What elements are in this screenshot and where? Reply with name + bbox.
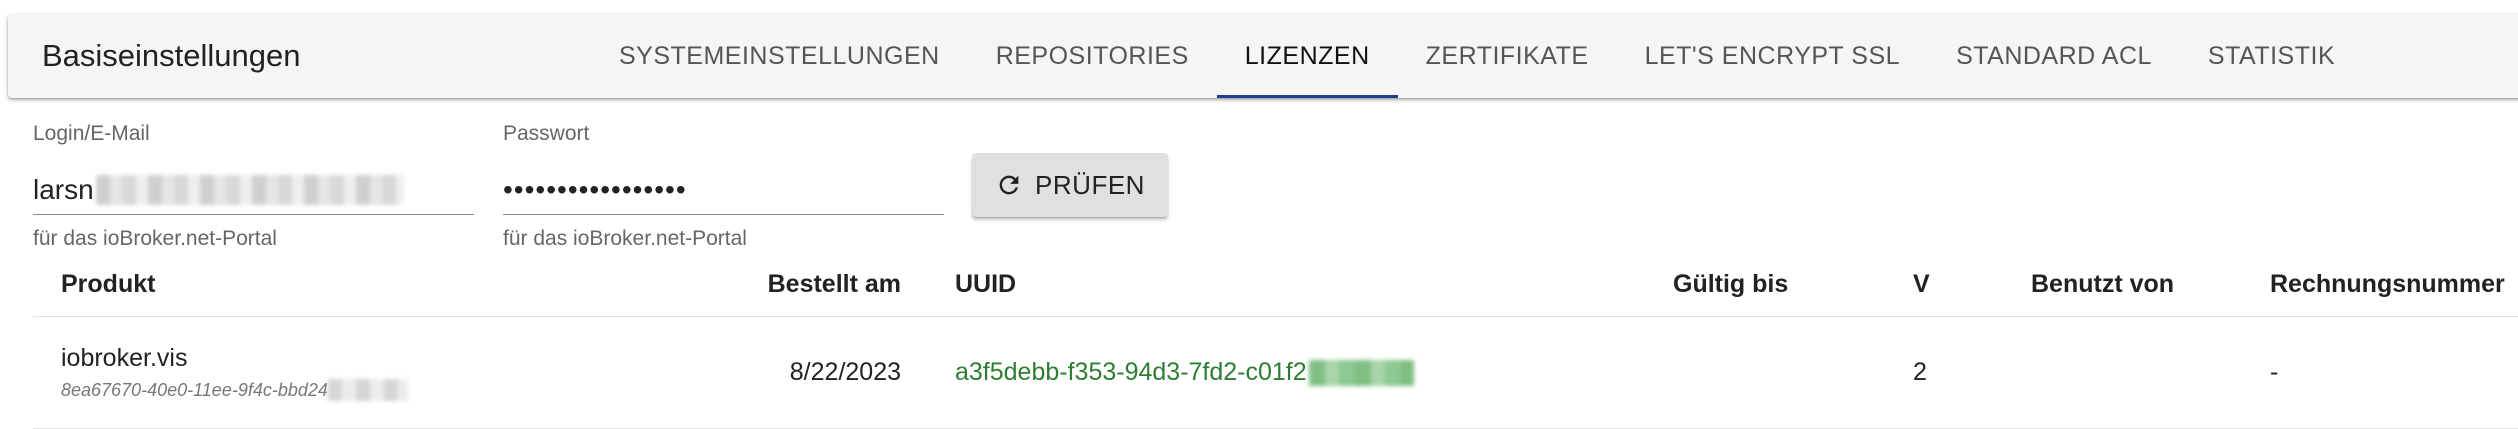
check-button-label: PRÜFEN xyxy=(1035,169,1145,200)
password-field-group: Passwort ••••••••••••••••• für das ioBro… xyxy=(503,122,944,251)
password-field[interactable]: ••••••••••••••••• xyxy=(503,166,944,215)
cell-invoice: - xyxy=(2270,316,2518,429)
table-header-row: Produkt Bestellt am UUID Gültig bis V Be… xyxy=(33,252,2518,317)
product-id: 8ea67670-40e0-11ee-9f4c-bbd24 xyxy=(61,379,328,400)
tab-zertifikate[interactable]: ZERTIFIKATE xyxy=(1398,14,1617,98)
column-header-uuid[interactable]: UUID xyxy=(955,252,1673,317)
tab-statistik[interactable]: STATISTIK xyxy=(2180,14,2363,98)
tab-lets-encrypt-ssl[interactable]: LET'S ENCRYPT SSL xyxy=(1617,14,1929,98)
table-row[interactable]: iobroker.vis 8ea67670-40e0-11ee-9f4c-bbd… xyxy=(33,316,2518,429)
refresh-icon xyxy=(999,175,1019,195)
column-header-version[interactable]: V xyxy=(1913,252,2031,317)
redacted-uuid xyxy=(1308,360,1414,387)
product-name: iobroker.vis xyxy=(61,344,188,372)
tab-bar: SYSTEMEINSTELLUNGEN REPOSITORIES LIZENZE… xyxy=(591,14,2363,98)
login-field-group: Login/E-Mail larsn für das ioBroker.net-… xyxy=(33,122,474,251)
cell-ordered: 8/22/2023 xyxy=(711,316,955,429)
cell-used-by xyxy=(2031,316,2270,429)
column-header-rechnungsnummer[interactable]: Rechnungsnummer xyxy=(2270,252,2518,317)
login-email-field[interactable]: larsn xyxy=(33,166,474,215)
redacted-login xyxy=(95,175,404,205)
cell-valid-until xyxy=(1673,316,1913,429)
password-label: Passwort xyxy=(503,122,590,145)
check-button[interactable]: PRÜFEN xyxy=(972,153,1168,217)
cell-version: 2 xyxy=(1913,316,2031,429)
tab-standard-acl[interactable]: STANDARD ACL xyxy=(1928,14,2180,98)
column-header-produkt[interactable]: Produkt xyxy=(33,252,711,317)
column-header-gueltig-bis[interactable]: Gültig bis xyxy=(1673,252,1913,317)
column-header-benutzt-von[interactable]: Benutzt von xyxy=(2031,252,2270,317)
redacted-product-id xyxy=(327,379,408,401)
settings-app-bar: Basiseinstellungen SYSTEMEINSTELLUNGEN R… xyxy=(8,14,2518,98)
page-title: Basiseinstellungen xyxy=(42,38,301,73)
column-header-bestellt-am[interactable]: Bestellt am xyxy=(711,252,955,317)
login-value: larsn xyxy=(33,174,94,205)
cell-uuid: a3f5debb-f353-94d3-7fd2-c01f2 xyxy=(955,316,1673,429)
licenses-table: Produkt Bestellt am UUID Gültig bis V Be… xyxy=(33,252,2518,429)
tab-systemeinstellungen[interactable]: SYSTEMEINSTELLUNGEN xyxy=(591,14,968,98)
uuid-value: a3f5debb-f353-94d3-7fd2-c01f2 xyxy=(955,358,1307,386)
login-label: Login/E-Mail xyxy=(33,122,150,145)
cell-product: iobroker.vis 8ea67670-40e0-11ee-9f4c-bbd… xyxy=(33,316,711,429)
product-id-line: 8ea67670-40e0-11ee-9f4c-bbd24 xyxy=(61,379,711,401)
password-value: ••••••••••••••••• xyxy=(503,174,687,205)
password-helper-text: für das ioBroker.net-Portal xyxy=(503,227,747,250)
login-helper-text: für das ioBroker.net-Portal xyxy=(33,227,277,250)
tab-lizenzen[interactable]: LIZENZEN xyxy=(1216,14,1398,98)
tab-repositories[interactable]: REPOSITORIES xyxy=(968,14,1217,98)
